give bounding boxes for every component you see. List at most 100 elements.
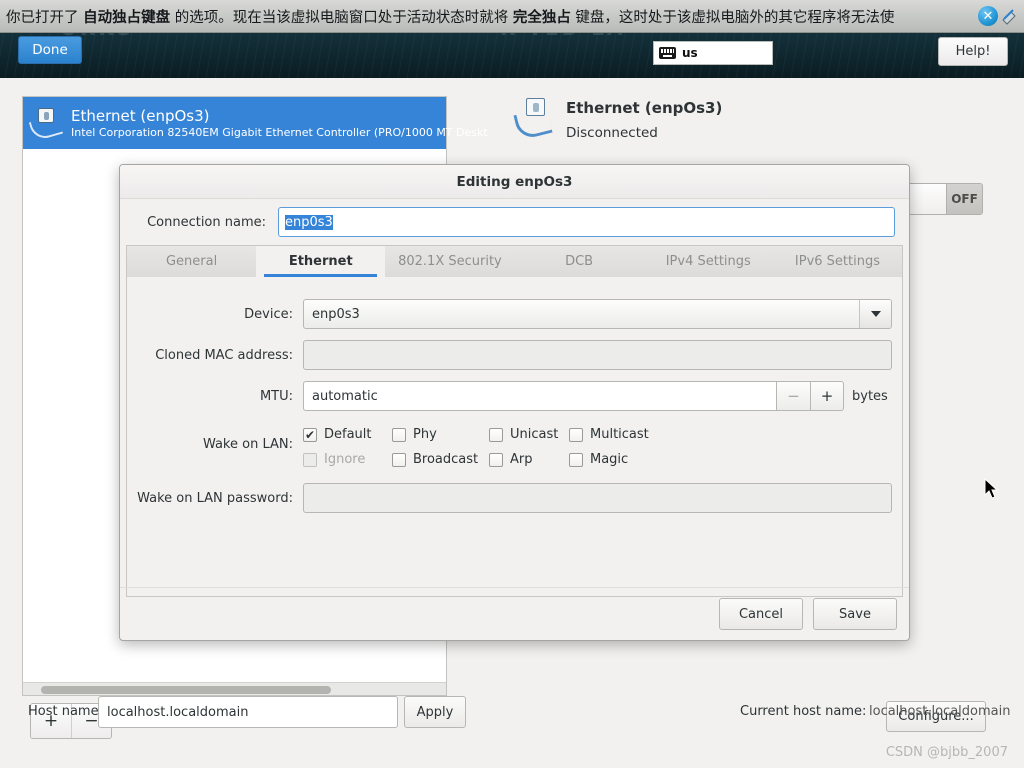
checkbox-icon: [392, 452, 406, 467]
mtu-label: MTU:: [259, 388, 293, 404]
mtu-input[interactable]: [303, 381, 776, 411]
notification-text-bold2: 完全独占: [512, 9, 571, 26]
chevron-down-icon[interactable]: [859, 300, 891, 328]
checkbox-multicast[interactable]: Multicast: [569, 427, 659, 442]
mtu-row: MTU: − + bytes: [133, 381, 892, 411]
dialog-tabs: General Ethernet 802.1X Security DCB IPv…: [126, 245, 903, 277]
current-hostname-label: Current host name:: [740, 704, 867, 719]
notification-actions: ✕: [978, 6, 1020, 26]
save-button[interactable]: Save: [813, 598, 897, 630]
cloned-mac-label: Cloned MAC address:: [155, 347, 293, 363]
mtu-unit-label: bytes: [852, 388, 888, 404]
checkbox-arp[interactable]: Arp: [489, 452, 569, 467]
keyboard-layout-label: us: [682, 46, 698, 60]
hostname-row: Host name: Apply Current host name: loca…: [0, 688, 1024, 748]
current-hostname-value: localhost.localdomain: [869, 704, 1011, 719]
mtu-decrement-button[interactable]: −: [776, 381, 810, 411]
done-button[interactable]: Done: [18, 36, 82, 64]
device-list-item-title: Ethernet (enpOs3): [71, 106, 210, 125]
ethernet-icon: [28, 106, 65, 142]
hostname-input[interactable]: [98, 696, 398, 728]
wake-on-lan-password-input[interactable]: [303, 483, 892, 513]
checkbox-ignore: Ignore: [303, 452, 392, 467]
device-detail-text: Ethernet (enpOs3) Disconnected: [566, 98, 722, 141]
checkbox-broadcast[interactable]: Broadcast: [392, 452, 489, 467]
connection-name-row: Connection name:: [123, 199, 909, 245]
dialog-separator: [120, 587, 909, 588]
checkbox-label: Ignore: [324, 452, 366, 467]
tab-ethernet[interactable]: Ethernet: [256, 246, 386, 277]
checkbox-phy[interactable]: Phy: [392, 427, 489, 442]
hostname-label: Host name:: [28, 704, 103, 719]
dialog-title: Editing enpOs3: [120, 165, 909, 199]
checkbox-icon: [489, 427, 503, 442]
wake-on-lan-label: Wake on LAN:: [202, 437, 293, 452]
checkbox-label: Broadcast: [413, 452, 479, 467]
screen-root: ORKS R TED LA 你已打开了 自动独占键盘 的选项。现在当该虚拟电脑窗…: [0, 0, 1024, 768]
device-detail-header: Ethernet (enpOs3) Disconnected: [513, 98, 722, 141]
checkbox-icon: [569, 452, 583, 467]
wake-on-lan-options: Default Phy Unicast Multicast Ignore Bro…: [303, 422, 892, 472]
keyboard-layout-indicator[interactable]: us: [653, 41, 773, 65]
notification-text-bold1: 自动独占键盘: [83, 9, 171, 26]
mtu-stepper: − +: [303, 381, 844, 411]
checkbox-unicast[interactable]: Unicast: [489, 427, 569, 442]
mtu-increment-button[interactable]: +: [810, 381, 844, 411]
checkbox-default[interactable]: Default: [303, 427, 392, 442]
connection-name-input[interactable]: [278, 207, 895, 237]
checkbox-label: Default: [324, 427, 372, 442]
device-combobox-value: enp0s3: [312, 306, 360, 322]
close-icon[interactable]: ✕: [978, 6, 998, 26]
tab-8021x-security[interactable]: 802.1X Security: [385, 246, 514, 277]
expand-arrow-icon[interactable]: [1000, 6, 1020, 26]
device-field-row: Device: enp0s3: [133, 299, 892, 329]
help-button[interactable]: Help!: [938, 37, 1008, 66]
cloned-mac-row: Cloned MAC address:: [133, 340, 892, 370]
device-label: Device:: [244, 306, 293, 322]
device-list-item-subtitle: Intel Corporation 82540EM Gigabit Ethern…: [71, 125, 488, 139]
tab-general[interactable]: General: [127, 246, 256, 277]
tab-dcb[interactable]: DCB: [515, 246, 644, 277]
checkbox-label: Magic: [590, 452, 629, 467]
checkbox-magic[interactable]: Magic: [569, 452, 659, 467]
cloned-mac-input[interactable]: [303, 340, 892, 370]
wake-on-lan-row-2: Ignore Broadcast Arp Magic: [303, 447, 892, 472]
notification-message: 你已打开了 自动独占键盘 的选项。现在当该虚拟电脑窗口处于活动状态时就将 完全独…: [6, 6, 978, 27]
keyboard-icon: [659, 47, 676, 59]
device-combobox[interactable]: enp0s3: [303, 299, 892, 329]
device-power-toggle[interactable]: OFF: [901, 183, 983, 215]
apply-hostname-button[interactable]: Apply: [404, 696, 466, 728]
checkbox-label: Arp: [510, 452, 533, 467]
tab-ipv6-settings[interactable]: IPv6 Settings: [773, 246, 902, 277]
wake-on-lan-password-row: Wake on LAN password:: [133, 483, 892, 513]
mouse-cursor-icon: [984, 477, 1000, 504]
checkbox-icon: [303, 427, 317, 442]
toggle-state-label: OFF: [947, 184, 982, 214]
cancel-button[interactable]: Cancel: [719, 598, 803, 630]
wake-on-lan-password-label: Wake on LAN password:: [137, 490, 293, 506]
wake-on-lan-row-1: Default Phy Unicast Multicast: [303, 422, 892, 447]
checkbox-label: Phy: [413, 427, 437, 442]
device-list-item-text: Ethernet (enpOs3) Intel Corporation 8254…: [71, 106, 488, 140]
checkbox-icon: [489, 452, 503, 467]
ethernet-tab-panel: Device: enp0s3 Cloned MAC address: MTU: …: [126, 277, 903, 597]
notification-text-part3: 键盘，这时处于该虚拟电脑外的其它程序将无法使: [570, 9, 895, 26]
dialog-action-buttons: Cancel Save: [719, 598, 897, 630]
checkbox-label: Unicast: [510, 427, 559, 442]
editing-connection-dialog: Editing enpOs3 Connection name: General …: [119, 164, 910, 641]
checkbox-icon: [392, 427, 406, 442]
tab-ipv4-settings[interactable]: IPv4 Settings: [644, 246, 773, 277]
spoke-topbar: Done us Help!: [0, 33, 1024, 78]
notification-text-part1: 你已打开了: [6, 9, 84, 26]
watermark: CSDN @bjbb_2007: [885, 745, 1008, 760]
connection-name-label: Connection name:: [147, 214, 266, 230]
list-item[interactable]: Ethernet (enpOs3) Intel Corporation 8254…: [23, 97, 488, 149]
device-detail-name: Ethernet (enpOs3): [566, 99, 723, 117]
keyboard-capture-notification: 你已打开了 自动独占键盘 的选项。现在当该虚拟电脑窗口处于活动状态时就将 完全独…: [0, 0, 1024, 33]
device-detail-status: Disconnected: [566, 125, 658, 141]
checkbox-icon: [569, 427, 583, 442]
wake-on-lan-row: Wake on LAN: Default Phy Unicast Multica…: [133, 422, 892, 472]
checkbox-icon: [303, 452, 317, 467]
checkbox-label: Multicast: [590, 427, 649, 442]
notification-text-part2: 的选项。现在当该虚拟电脑窗口处于活动状态时就将: [170, 9, 513, 26]
